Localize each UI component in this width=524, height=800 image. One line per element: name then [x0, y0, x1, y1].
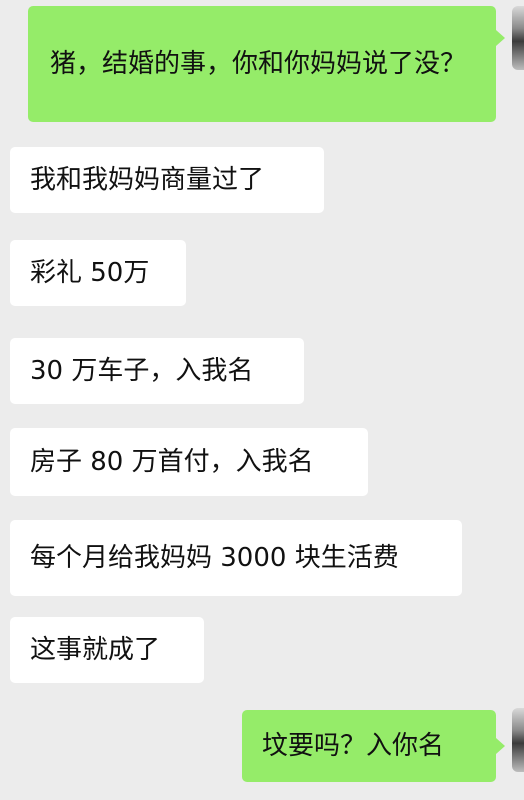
message-text: 猪，结婚的事，你和你妈妈说了没？ [50, 49, 467, 79]
message-bubble-incoming[interactable]: 这事就成了 [10, 617, 204, 683]
message-bubble-incoming[interactable]: 我和我妈妈商量过了 [10, 147, 324, 213]
message-text: 这事就成了 [30, 635, 161, 665]
bubble-tail [496, 30, 505, 46]
message-text: 30 万车子，入我名 [30, 356, 254, 386]
message-bubble-incoming[interactable]: 30 万车子，入我名 [10, 338, 304, 404]
message-text: 彩礼 50万 [30, 258, 150, 288]
message-text: 坟要吗？入你名 [262, 731, 445, 761]
message-text: 房子 80 万首付，入我名 [30, 447, 314, 477]
message-bubble-incoming[interactable]: 每个月给我妈妈 3000 块生活费 [10, 520, 462, 596]
chat-thread: 猪，结婚的事，你和你妈妈说了没？ 我和我妈妈商量过了 彩礼 50万 30 万车子… [0, 0, 524, 800]
message-bubble-outgoing[interactable]: 坟要吗？入你名 [242, 710, 496, 782]
avatar-me[interactable] [512, 6, 524, 70]
bubble-tail [496, 738, 505, 754]
message-bubble-outgoing[interactable]: 猪，结婚的事，你和你妈妈说了没？ [28, 6, 496, 122]
avatar-me[interactable] [512, 708, 524, 772]
message-text: 我和我妈妈商量过了 [30, 165, 265, 195]
message-bubble-incoming[interactable]: 彩礼 50万 [10, 240, 186, 306]
message-bubble-incoming[interactable]: 房子 80 万首付，入我名 [10, 428, 368, 496]
message-text: 每个月给我妈妈 3000 块生活费 [30, 543, 399, 573]
